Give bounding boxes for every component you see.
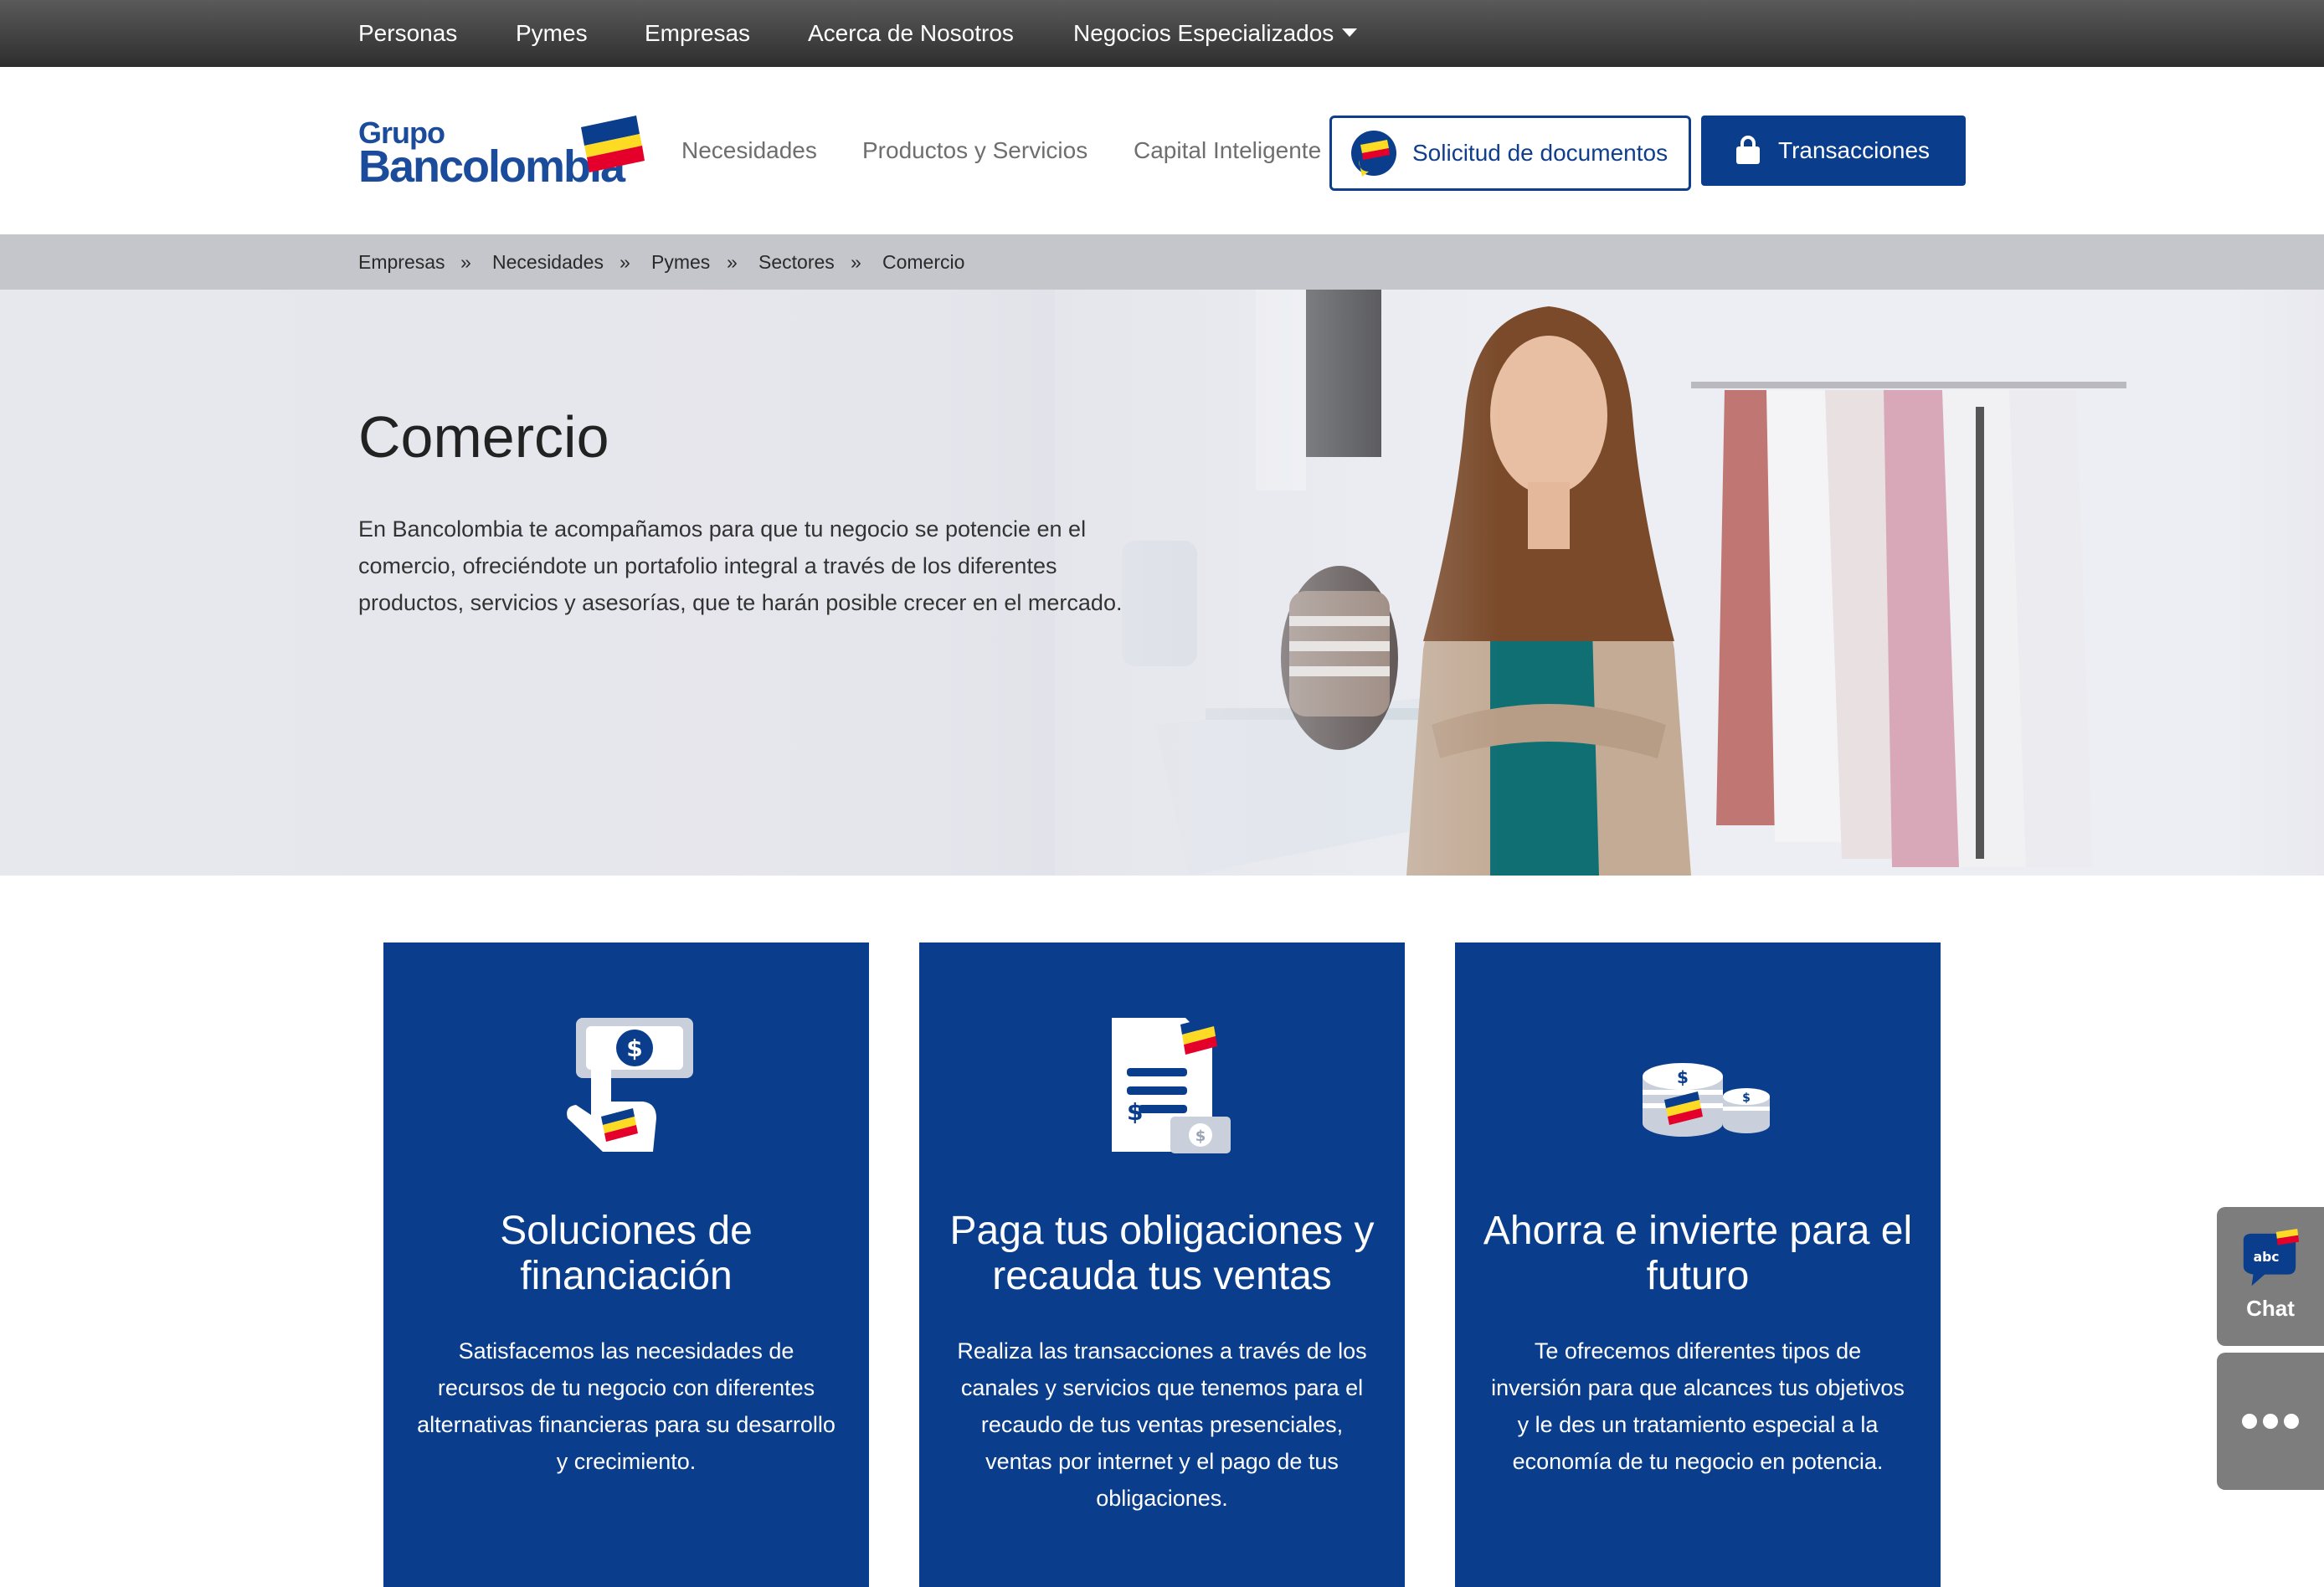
- card-pagos-recaudo[interactable]: $ $ Paga tus obligaciones y recauda tus …: [919, 942, 1405, 1587]
- breadcrumb-comercio: Comercio: [882, 251, 965, 273]
- breadcrumb-separator: »: [727, 251, 738, 273]
- svg-text:$: $: [1127, 1098, 1143, 1126]
- breadcrumb: Empresas » Necesidades » Pymes » Sectore…: [0, 234, 2324, 290]
- topnav-personas[interactable]: Personas: [358, 0, 457, 67]
- topnav-acerca[interactable]: Acerca de Nosotros: [808, 0, 1014, 67]
- card-financiacion[interactable]: $ Soluciones de financiación Satisfacemo…: [383, 942, 869, 1587]
- hand-money-icon: $: [567, 1018, 693, 1152]
- document-chat-icon: [1351, 131, 1396, 177]
- hero-title: Comercio: [358, 404, 609, 470]
- topnav-negocios-label: Negocios Especializados: [1073, 20, 1334, 46]
- chat-bubble-icon: abc: [2243, 1229, 2300, 1287]
- coins-icon: $ $: [1643, 1063, 1770, 1137]
- topnav-pymes[interactable]: Pymes: [516, 0, 588, 67]
- logo-flag-icon: [581, 116, 645, 172]
- nav-capital-inteligente[interactable]: Capital Inteligente: [1134, 67, 1321, 234]
- chat-widget-button[interactable]: abc Chat: [2217, 1207, 2324, 1346]
- caret-down-icon: [1342, 28, 1358, 37]
- chat-label: Chat: [2246, 1296, 2295, 1321]
- topnav-negocios-especializados[interactable]: Negocios Especializados: [1073, 0, 1358, 67]
- more-dots-icon: [2263, 1414, 2278, 1429]
- lock-icon: [1736, 136, 1760, 164]
- nav-productos-servicios[interactable]: Productos y Servicios: [862, 67, 1087, 234]
- invoice-icon: $ $: [1112, 1016, 1231, 1153]
- solicitud-documentos-button[interactable]: Solicitud de documentos: [1329, 116, 1691, 191]
- hero-shop-woman-image: [1055, 290, 2324, 876]
- hero-description: En Bancolombia te acompañamos para que t…: [358, 516, 1123, 615]
- breadcrumb-separator: »: [851, 251, 861, 273]
- card-title: Paga tus obligaciones y recauda tus vent…: [949, 1209, 1375, 1298]
- top-navigation-bar: Personas Pymes Empresas Acerca de Nosotr…: [0, 0, 2324, 67]
- more-options-button[interactable]: [2217, 1353, 2324, 1490]
- breadcrumb-pymes[interactable]: Pymes: [651, 234, 710, 290]
- solicitud-documentos-label: Solicitud de documentos: [1412, 140, 1668, 166]
- card-text: Te ofrecemos diferentes tipos de inversi…: [1491, 1338, 1905, 1474]
- site-header: Grupo Bancolombia Necesidades Productos …: [0, 67, 2324, 234]
- card-text: Satisfacemos las necesidades de recursos…: [417, 1338, 836, 1474]
- breadcrumb-necesidades[interactable]: Necesidades: [492, 234, 604, 290]
- svg-text:$: $: [626, 1035, 642, 1062]
- transacciones-button[interactable]: Transacciones: [1701, 116, 1966, 186]
- topnav-empresas[interactable]: Empresas: [645, 0, 750, 67]
- card-ahorro-inversion[interactable]: $ $ Ahorra e invierte para el futuro Te …: [1455, 942, 1941, 1587]
- breadcrumb-sectores[interactable]: Sectores: [758, 234, 835, 290]
- chat-badge-text: abc: [2254, 1250, 2280, 1265]
- hero-banner: Comercio En Bancolombia te acompañamos p…: [0, 290, 2324, 876]
- svg-text:$: $: [1742, 1091, 1751, 1105]
- breadcrumb-separator: »: [620, 251, 630, 273]
- bancolombia-logo[interactable]: Grupo Bancolombia: [358, 116, 645, 192]
- more-dots-icon: [2284, 1414, 2299, 1429]
- nav-necesidades[interactable]: Necesidades: [681, 67, 817, 234]
- breadcrumb-separator: »: [460, 251, 471, 273]
- svg-text:$: $: [1195, 1127, 1206, 1145]
- card-title: Ahorra e invierte para el futuro: [1483, 1209, 1913, 1298]
- breadcrumb-empresas[interactable]: Empresas: [358, 234, 445, 290]
- card-text: Realiza las transacciones a través de lo…: [957, 1338, 1367, 1511]
- transacciones-label: Transacciones: [1778, 137, 1931, 163]
- more-dots-icon: [2242, 1414, 2257, 1429]
- card-title: Soluciones de financiación: [500, 1209, 753, 1298]
- svg-text:$: $: [1677, 1067, 1689, 1087]
